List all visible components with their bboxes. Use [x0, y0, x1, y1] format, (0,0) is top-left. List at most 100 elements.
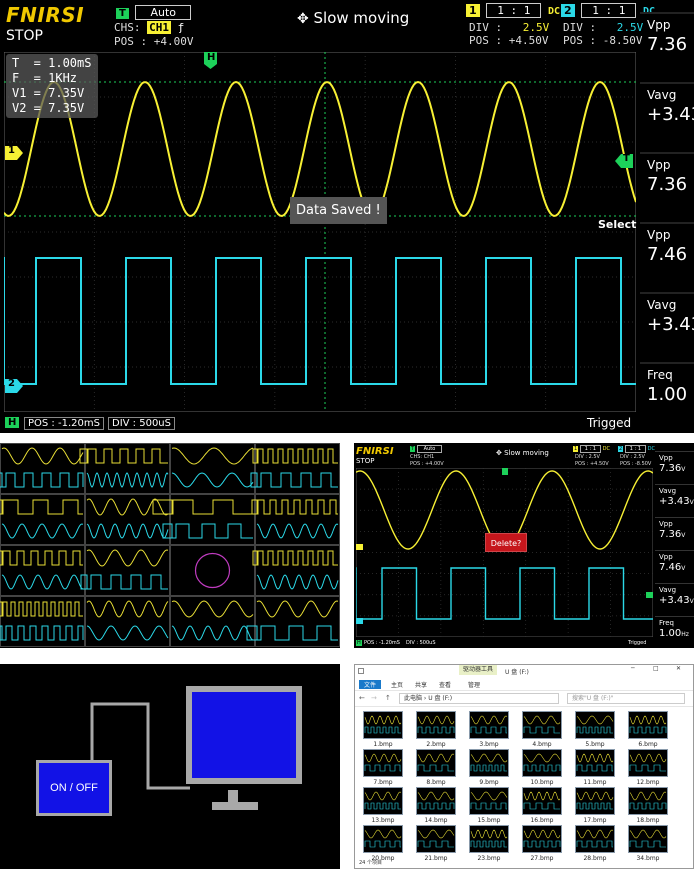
file-thumbnail[interactable] — [575, 711, 615, 739]
trigger-mode-group[interactable]: T Auto — [116, 5, 191, 20]
trigger-position[interactable]: POS : +4.00V — [114, 35, 193, 48]
file-thumbnail[interactable] — [575, 749, 615, 777]
ribbon-view[interactable]: 查看 — [439, 680, 451, 689]
file-thumbnail[interactable] — [469, 711, 509, 739]
file-thumbnail[interactable] — [628, 711, 668, 739]
file-thumbnail[interactable] — [628, 825, 668, 853]
file-thumbnail[interactable] — [363, 711, 403, 739]
measurement-item[interactable]: Vavg +3.43 — [640, 82, 694, 150]
on-off-button[interactable]: ON / OFF — [36, 760, 112, 816]
file-name[interactable]: 27.bmp — [522, 855, 562, 862]
file-thumbnail[interactable] — [469, 825, 509, 853]
drive-tools-tab[interactable]: 驱动器工具 — [459, 665, 497, 675]
small-measurement-item[interactable]: Vpp 7.36V — [655, 517, 694, 549]
file-thumbnail[interactable] — [575, 825, 615, 853]
file-thumbnail[interactable] — [522, 787, 562, 815]
move-mode[interactable]: ✥ Slow moving — [297, 9, 409, 27]
file-name[interactable]: 10.bmp — [522, 779, 562, 786]
file-thumbnail[interactable] — [522, 825, 562, 853]
file-thumbnail[interactable] — [469, 749, 509, 777]
file-name[interactable]: 18.bmp — [628, 817, 668, 824]
file-thumbnail[interactable] — [522, 749, 562, 777]
delete-confirm-dialog[interactable]: Delete? — [485, 533, 527, 552]
measurement-item[interactable]: Vpp 7.36 — [640, 12, 694, 80]
small-measurement-item[interactable]: Vpp 7.46V — [655, 550, 694, 582]
measurement-item[interactable]: Vpp 7.46 — [640, 222, 694, 290]
ribbon-file[interactable]: 文件 — [359, 680, 382, 689]
small-measurement-item[interactable]: Freq 1.00Hz — [655, 616, 694, 648]
file-thumbnail[interactable] — [575, 787, 615, 815]
small-measurement-item[interactable]: Vavg +3.43V — [655, 583, 694, 615]
file-thumbnail[interactable] — [628, 787, 668, 815]
small-measurement-item[interactable]: Vpp 7.36V — [655, 451, 694, 483]
ribbon-home[interactable]: 主页 — [391, 680, 403, 689]
file-name[interactable]: 23.bmp — [469, 855, 509, 862]
small-ch1-settings[interactable]: 1 1 : 1 DC — [573, 445, 610, 453]
trigger-level-marker[interactable]: T — [615, 153, 633, 168]
file-name[interactable]: 3.bmp — [469, 741, 509, 748]
file-name[interactable]: 8.bmp — [416, 779, 456, 786]
file-name[interactable]: 13.bmp — [363, 817, 403, 824]
small-measurement-unit: V — [689, 499, 694, 506]
up-arrow-icon[interactable]: ↑ — [385, 694, 391, 702]
file-thumbnail[interactable] — [363, 787, 403, 815]
timebase-position[interactable]: POS : -1.20mS — [24, 417, 104, 430]
file-name[interactable]: 5.bmp — [575, 741, 615, 748]
file-name[interactable]: 6.bmp — [628, 741, 668, 748]
file-name[interactable]: 9.bmp — [469, 779, 509, 786]
file-name[interactable]: 16.bmp — [522, 817, 562, 824]
small-trigger-group[interactable]: T Auto — [410, 445, 443, 453]
file-thumbnail[interactable] — [363, 825, 403, 853]
file-name[interactable]: 7.bmp — [363, 779, 403, 786]
small-timebase-position[interactable]: POS : -1.20mS — [364, 640, 400, 646]
trigger-source[interactable]: CHS: CH1 ƒ — [114, 21, 184, 34]
file-thumbnail[interactable] — [416, 787, 456, 815]
file-name[interactable]: 21.bmp — [416, 855, 456, 862]
close-icon[interactable]: ✕ — [676, 665, 681, 672]
file-name[interactable]: 14.bmp — [416, 817, 456, 824]
small-timebase-div[interactable]: DIV : 500uS — [406, 640, 436, 646]
file-thumbnail[interactable] — [416, 749, 456, 777]
ribbon-share[interactable]: 共享 — [415, 680, 427, 689]
preview-ch1 — [470, 753, 508, 763]
measurement-item[interactable]: Vpp 7.36 — [640, 152, 694, 220]
file-thumbnail[interactable] — [469, 787, 509, 815]
measurement-item[interactable]: Vavg +3.43 — [640, 292, 694, 360]
forward-arrow-icon[interactable]: → — [371, 694, 377, 702]
small-measurement-item[interactable]: Vavg +3.43V — [655, 484, 694, 516]
address-bar[interactable]: 此电脑 › U 盘 (F:) — [399, 693, 559, 704]
file-thumbnail[interactable] — [416, 825, 456, 853]
select-label[interactable]: Select — [598, 218, 636, 231]
file-name[interactable]: 17.bmp — [575, 817, 615, 824]
file-thumbnail[interactable] — [416, 711, 456, 739]
file-thumbnail[interactable] — [363, 749, 403, 777]
run-state-label[interactable]: STOP — [6, 28, 43, 44]
maximize-icon[interactable]: □ — [653, 665, 659, 672]
ch1-level-marker[interactable]: 1 — [5, 145, 23, 160]
h-position-marker[interactable]: H — [204, 52, 217, 69]
trigger-mode-value[interactable]: Auto — [135, 5, 191, 20]
small-ch2-settings[interactable]: 2 1 : 1 DC — [618, 445, 655, 453]
small-measurement-value: 7.36V — [659, 529, 686, 540]
gallery-cell — [250, 443, 340, 494]
file-name[interactable]: 15.bmp — [469, 817, 509, 824]
file-name[interactable]: 4.bmp — [522, 741, 562, 748]
file-name[interactable]: 28.bmp — [575, 855, 615, 862]
ch2-level-marker[interactable]: 2 — [5, 378, 23, 393]
file-thumbnail[interactable] — [522, 711, 562, 739]
waveform-plot[interactable] — [4, 52, 636, 412]
search-input[interactable]: 搜索"U 盘 (F:)" — [567, 693, 685, 704]
file-name[interactable]: 11.bmp — [575, 779, 615, 786]
ribbon-manage[interactable]: 管理 — [468, 680, 480, 689]
back-arrow-icon[interactable]: ← — [359, 694, 365, 702]
small-run-state[interactable]: STOP — [356, 457, 374, 465]
minimize-icon[interactable]: ─ — [631, 665, 635, 672]
ch1-settings[interactable]: 1 1 : 1 DC — [466, 3, 560, 18]
file-name[interactable]: 2.bmp — [416, 741, 456, 748]
file-thumbnail[interactable] — [628, 749, 668, 777]
file-name[interactable]: 34.bmp — [628, 855, 668, 862]
timebase-div[interactable]: DIV : 500uS — [108, 417, 175, 430]
file-name[interactable]: 12.bmp — [628, 779, 668, 786]
file-name[interactable]: 1.bmp — [363, 741, 403, 748]
small-move-mode[interactable]: ✥ Slow moving — [496, 449, 549, 457]
